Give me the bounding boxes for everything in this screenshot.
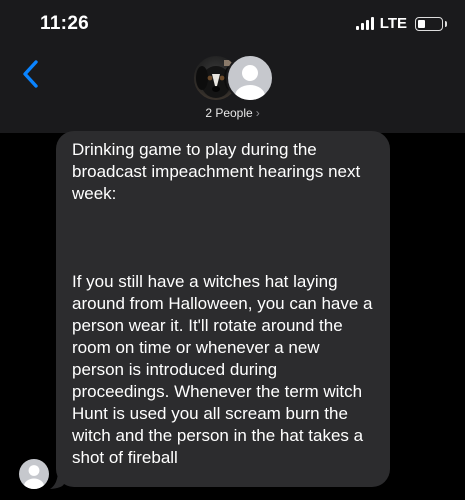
network-type: LTE [379,15,407,32]
battery-icon [415,16,447,31]
status-time: 11:26 [40,13,90,34]
group-avatars[interactable] [192,54,274,102]
message-bubble[interactable]: Drinking game to play during the broadca… [56,131,390,487]
message-paragraph: If you still have a witches hat laying a… [72,272,373,467]
back-chevron-icon[interactable] [20,58,42,90]
bubble-tail-icon [50,470,64,489]
signal-strength-icon [355,17,374,30]
conversation-header: 11:26 LTE 2 People › [0,0,465,133]
sender-avatar[interactable] [19,459,49,489]
group-details-link[interactable]: 2 People › [0,106,465,120]
message-paragraph: Drinking game to play during the broadca… [72,140,361,203]
chevron-right-icon: › [255,106,260,120]
contact-avatar-placeholder [226,54,274,102]
status-indicators: LTE [355,15,447,32]
group-label: 2 People [205,106,253,120]
